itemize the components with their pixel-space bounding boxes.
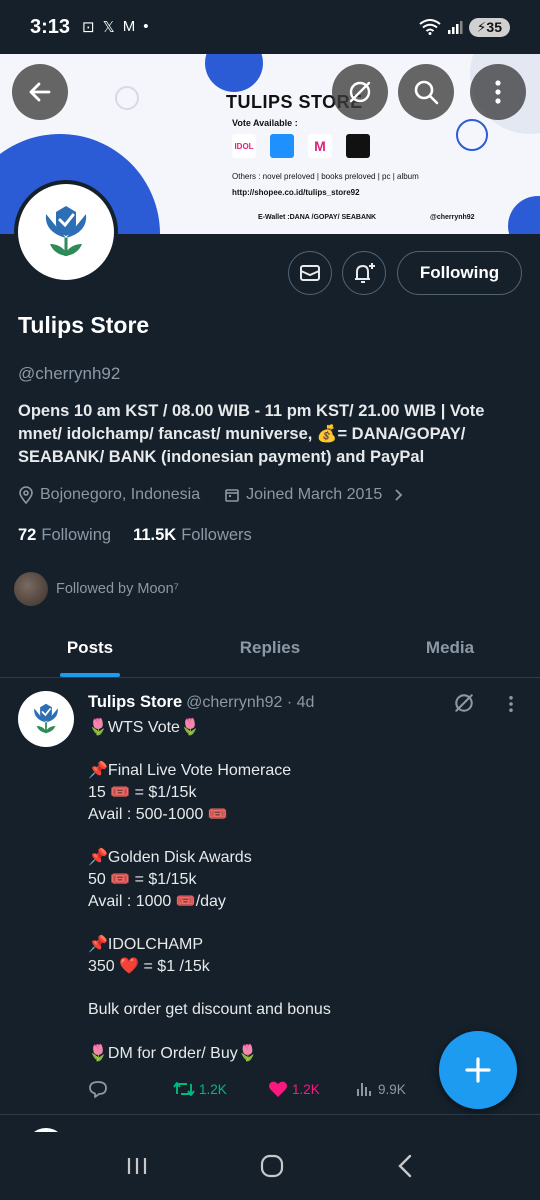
tab-replies[interactable]: Replies: [180, 618, 360, 677]
following-count: 72: [18, 526, 37, 544]
profile-avatar[interactable]: [14, 180, 118, 284]
banner-ewallet: E-Wallet :DANA /GOPAY/ SEABANK: [258, 214, 377, 221]
profile-joined: Joined March 2015: [246, 486, 383, 503]
arrow-left-icon: [29, 82, 51, 102]
envelope-icon: [300, 265, 320, 281]
followers-count-link[interactable]: 11.5K Followers: [133, 526, 252, 545]
tab-posts[interactable]: Posts: [0, 618, 180, 677]
location-icon: [19, 486, 33, 504]
post-header: Tulips Store @cherrynh92 · 4d: [88, 693, 314, 712]
search-button[interactable]: [398, 64, 454, 120]
profile-bio: Opens 10 am KST / 08.00 WIB - 11 pm KST/…: [18, 402, 485, 466]
profile-handle: @cherrynh92: [18, 364, 121, 383]
notification-icons: ⊡ 𝕏 M •: [82, 18, 148, 36]
back-button[interactable]: [12, 64, 68, 120]
calendar-icon: [225, 489, 239, 502]
banner-decoration: [456, 119, 488, 151]
profile-tabs: Posts Replies Media: [0, 618, 540, 678]
muniverse-logo: [346, 134, 370, 158]
banner-shop-url: http://shopee.co.id/tulips_store92: [232, 188, 360, 197]
follow-counts: 72 Following 11.5K Followers: [18, 526, 252, 545]
fancast-logo: [270, 134, 294, 158]
views-count: 9.9K: [378, 1081, 406, 1097]
status-time: 3:13: [30, 15, 71, 38]
battery-indicator: ⚡35: [468, 17, 510, 37]
system-nav-bar: [0, 1132, 540, 1200]
tulip-logo-icon: [45, 206, 87, 256]
banner-handle: @cherrynh92: [430, 214, 475, 221]
status-bar: 3:13 ⊡ 𝕏 M • ⚡35: [0, 0, 540, 54]
grok-icon[interactable]: [452, 691, 476, 715]
compose-button[interactable]: [439, 1031, 517, 1109]
x-app-icon: 𝕏: [102, 19, 115, 36]
reply-button[interactable]: [88, 1079, 173, 1099]
post-avatar[interactable]: [18, 691, 74, 747]
like-button[interactable]: 1.2K: [268, 1080, 356, 1098]
followers-label: Followers: [181, 526, 252, 544]
repost-icon: [173, 1082, 195, 1096]
recent-apps-icon[interactable]: [125, 1154, 149, 1178]
following-label: Following: [41, 526, 112, 544]
following-button[interactable]: Following: [397, 251, 522, 295]
gmail-icon: M: [122, 18, 136, 35]
banner-decoration: [205, 54, 263, 92]
message-button[interactable]: [288, 251, 332, 295]
screenshot-icon: ⊡: [82, 19, 95, 36]
heart-icon: [269, 1081, 287, 1097]
follower-avatar: [14, 572, 48, 606]
tab-media[interactable]: Media: [360, 618, 540, 677]
more-vertical-icon[interactable]: [508, 695, 514, 713]
notify-button[interactable]: [342, 251, 386, 295]
search-icon: [414, 80, 439, 105]
chevron-right-icon[interactable]: [388, 487, 408, 503]
back-nav-icon[interactable]: [395, 1153, 415, 1179]
bell-plus-icon: [355, 263, 375, 283]
reply-icon: [89, 1081, 107, 1098]
battery-level: 35: [486, 18, 502, 35]
banner-vote-available: Vote Available :: [232, 118, 298, 128]
post-meta: @cherrynh92 · 4d: [186, 694, 315, 711]
profile-location: Bojonegoro, Indonesia: [40, 486, 201, 503]
dot-icon: •: [143, 18, 149, 35]
grok-button[interactable]: [332, 64, 388, 120]
tulip-logo-icon: [34, 703, 58, 734]
banner-decoration: [115, 86, 139, 110]
views-icon: [357, 1083, 371, 1096]
banner-logos: IDOL M: [232, 134, 370, 158]
battery-icon: ⚡: [476, 18, 487, 35]
banner-decoration: [508, 196, 540, 234]
profile-name: Tulips Store: [18, 312, 150, 338]
more-options-button[interactable]: [470, 64, 526, 120]
next-post-peek: [18, 1118, 538, 1132]
plus-icon: [465, 1057, 491, 1083]
grok-icon: [349, 81, 371, 103]
views-button[interactable]: 9.9K: [356, 1080, 446, 1098]
banner-others: Others : novel preloved | books preloved…: [232, 172, 419, 181]
more-vertical-icon: [495, 80, 501, 104]
followed-by[interactable]: Followed by Moon⁷: [14, 572, 179, 606]
repost-button[interactable]: 1.2K: [173, 1080, 268, 1098]
like-count: 1.2K: [292, 1081, 320, 1097]
signal-icon: [447, 21, 463, 34]
following-count-link[interactable]: 72 Following: [18, 526, 111, 545]
repost-count: 1.2K: [199, 1081, 227, 1097]
profile-meta: Bojonegoro, Indonesia Joined March 2015: [18, 486, 408, 504]
followers-count: 11.5K: [133, 526, 177, 544]
post-author[interactable]: Tulips Store: [88, 693, 182, 711]
idol-logo: IDOL: [232, 134, 256, 158]
home-icon[interactable]: [259, 1153, 285, 1179]
followed-by-text: Followed by Moon⁷: [56, 581, 179, 597]
mnet-logo: M: [308, 134, 332, 158]
wifi-icon: [418, 19, 441, 35]
post-text: 🌷WTS Vote🌷 📌Final Live Vote Homerace 15 …: [88, 719, 331, 1062]
